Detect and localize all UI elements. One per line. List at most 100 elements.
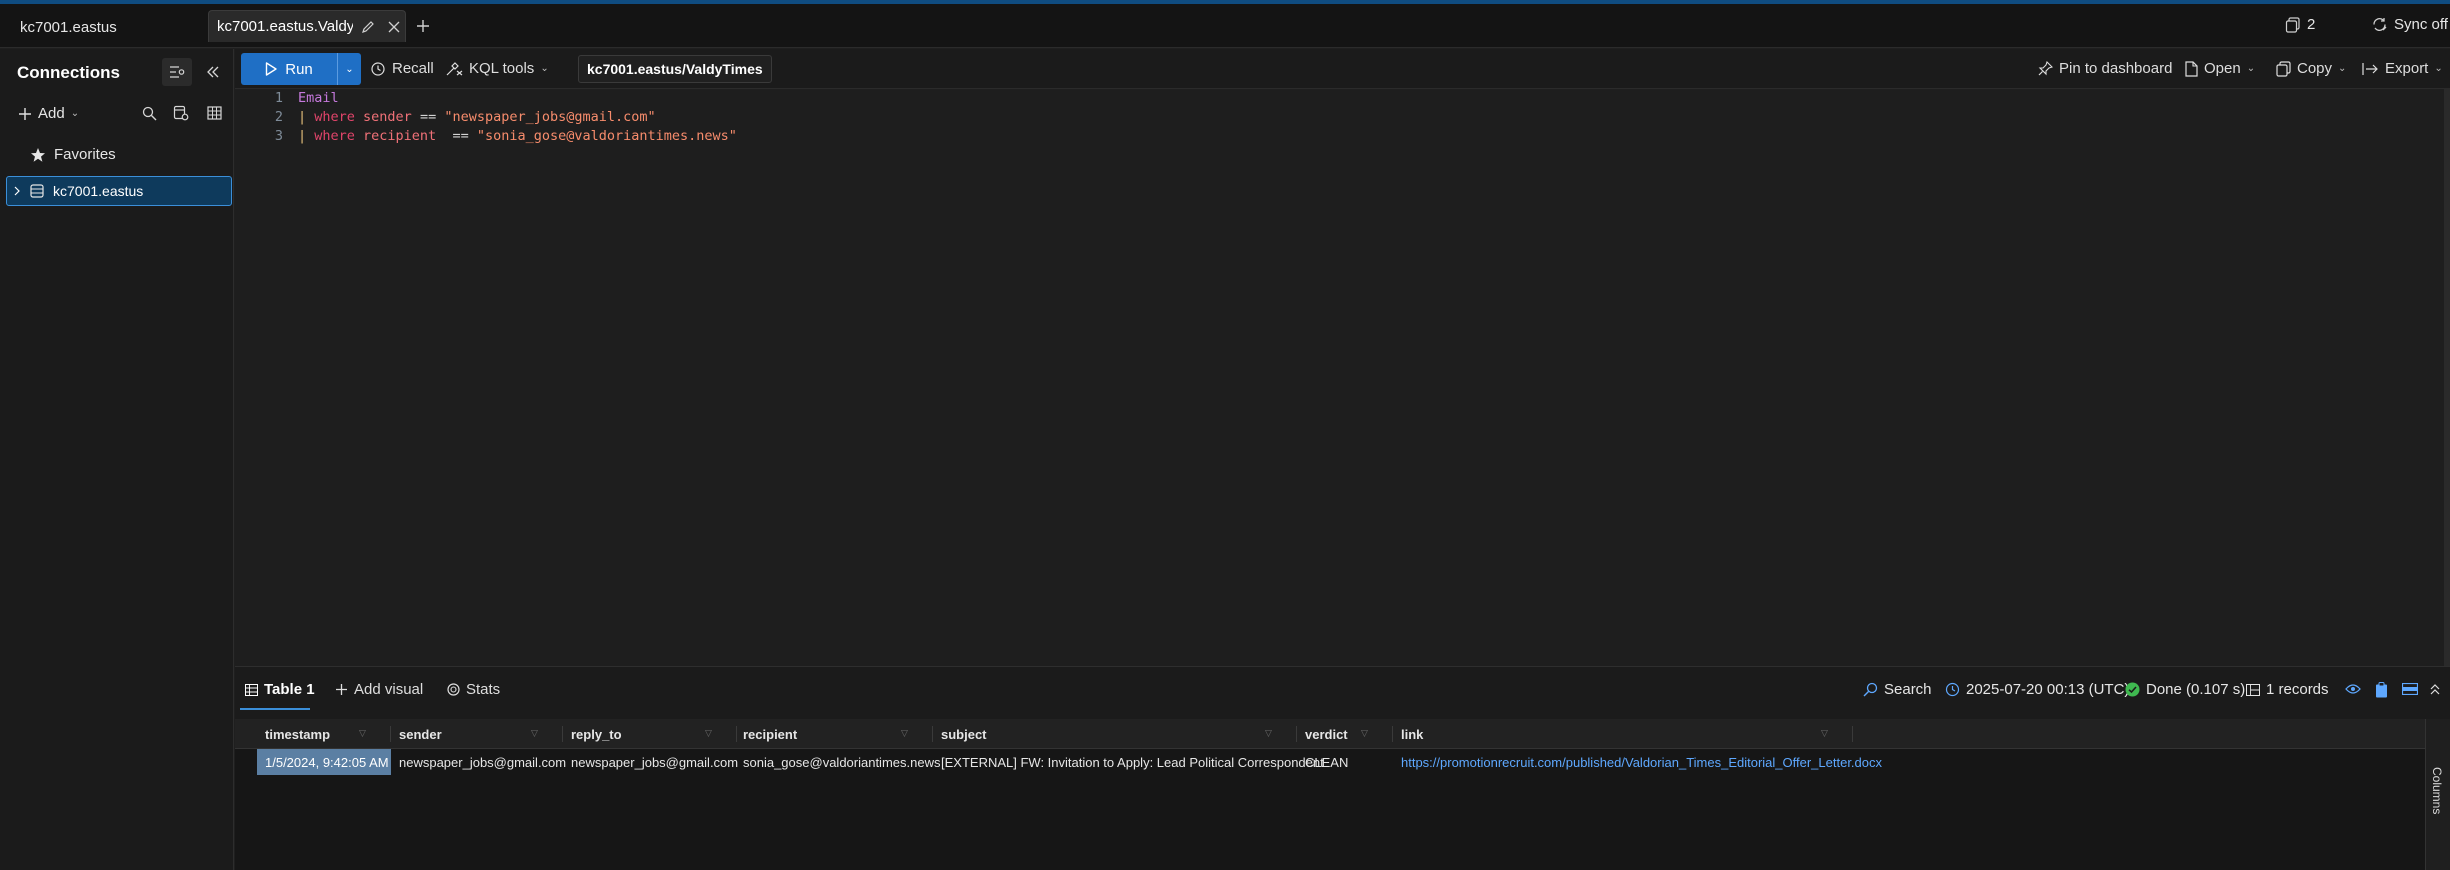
open-button[interactable]: Open ⌄ xyxy=(2185,60,2255,77)
copy-button[interactable]: Copy ⌄ xyxy=(2276,60,2346,77)
filter-icon[interactable]: ▽ xyxy=(705,728,715,738)
tab-count: 2 xyxy=(2307,16,2316,33)
add-label: Add xyxy=(38,105,65,122)
tab-count-button[interactable]: 2 xyxy=(2285,16,2315,33)
column-header-verdict[interactable]: verdict ▽ xyxy=(1297,719,1393,749)
columns-tab-label: Columns xyxy=(2430,767,2444,815)
line-number: 3 xyxy=(274,128,283,144)
column-separator[interactable] xyxy=(1852,726,1853,742)
collapse-pane-button[interactable] xyxy=(198,58,228,86)
cell-timestamp[interactable]: 1/5/2024, 9:42:05 AM xyxy=(257,749,391,775)
recall-button[interactable]: Recall xyxy=(370,60,434,77)
code-line: | where sender == "newspaper_jobs@gmail.… xyxy=(298,109,656,125)
column-header-timestamp[interactable]: timestamp ▽ xyxy=(257,719,391,749)
filter-icon[interactable]: ▽ xyxy=(1265,728,1275,738)
tab-stats[interactable]: Stats xyxy=(447,681,500,698)
operator-token: == xyxy=(411,109,445,125)
cell-recipient[interactable]: sonia_gose@valdoriantimes.news xyxy=(735,749,940,775)
star-icon xyxy=(31,147,45,162)
connections-title: Connections xyxy=(17,63,120,82)
results-search-button[interactable]: Search xyxy=(1863,681,1932,698)
kql-tools-button[interactable]: KQL tools ⌄ xyxy=(446,60,549,77)
chevron-down-icon: ⌄ xyxy=(70,108,80,119)
export-label: Export xyxy=(2385,60,2429,77)
column-header-link[interactable]: link ▽ xyxy=(1393,719,1853,749)
filter-icon[interactable]: ▽ xyxy=(531,728,541,738)
layout-button[interactable] xyxy=(2402,683,2418,695)
stats-icon xyxy=(447,683,460,696)
keyword-token: where xyxy=(314,109,355,125)
expand-results-button[interactable] xyxy=(2430,683,2440,695)
database-settings-button[interactable] xyxy=(166,99,196,127)
query-timestamp: 2025-07-20 00:13 (UTC) xyxy=(1945,681,2129,698)
records-icon xyxy=(2246,683,2260,696)
cell-sender[interactable]: newspaper_jobs@gmail.com xyxy=(391,749,566,775)
grid-header: timestamp ▽ sender ▽ reply_to ▽ recipient ▽ … xyxy=(235,719,2425,749)
close-tab-icon[interactable] xyxy=(383,16,405,38)
clipboard-button[interactable] xyxy=(2375,682,2388,698)
search-connections-button[interactable] xyxy=(134,99,164,127)
tab-stats-label: Stats xyxy=(466,681,501,698)
table-icon xyxy=(206,106,222,120)
cell-reply-to[interactable]: newspaper_jobs@gmail.com xyxy=(563,749,738,775)
query-status: Done (0.107 s) xyxy=(2125,681,2245,698)
sync-button[interactable]: Sync off xyxy=(2371,16,2448,33)
cell-link[interactable]: https://promotionrecruit.com/published/V… xyxy=(1393,749,1893,775)
filter-icon[interactable]: ▽ xyxy=(359,728,369,738)
filter-icon[interactable]: ▽ xyxy=(1361,728,1371,738)
connection-item-kc7001[interactable]: kc7001.eastus xyxy=(6,176,232,206)
add-connection-button[interactable]: Add ⌄ xyxy=(18,105,79,122)
table-view-button[interactable] xyxy=(199,99,229,127)
timestamp-label: 2025-07-20 00:13 (UTC) xyxy=(1966,681,2130,698)
column-header-sender[interactable]: sender ▽ xyxy=(391,719,563,749)
tab-table-1[interactable]: Table 1 xyxy=(245,681,315,698)
cluster-icon xyxy=(30,184,44,198)
filter-icon[interactable]: ▽ xyxy=(901,728,911,738)
pin-to-dashboard-button[interactable]: Pin to dashboard xyxy=(2038,60,2172,77)
column-header-recipient[interactable]: recipient ▽ xyxy=(735,719,933,749)
record-count: 1 records xyxy=(2246,681,2329,698)
search-label: Search xyxy=(1884,681,1932,698)
layout-rows-icon xyxy=(2402,683,2418,695)
cluster-title: kc7001.eastus xyxy=(20,19,117,36)
table-name-token: Email xyxy=(298,90,339,106)
pin-label: Pin to dashboard xyxy=(2059,60,2173,77)
filter-icon[interactable]: ▽ xyxy=(1821,728,1831,738)
new-tab-icon[interactable] xyxy=(412,15,434,37)
query-tab[interactable]: kc7001.eastus.Valdy... xyxy=(208,10,406,42)
view-toggle-button[interactable] xyxy=(2345,683,2361,695)
chevron-down-icon: ⌄ xyxy=(2246,63,2256,74)
connection-label: kc7001.eastus xyxy=(53,183,144,199)
cell-verdict[interactable]: CLEAN xyxy=(1297,749,1393,775)
pane-options-button[interactable] xyxy=(162,58,192,86)
rename-tab-icon[interactable] xyxy=(357,16,379,38)
columns-side-tab[interactable]: Columns xyxy=(2425,719,2450,870)
column-header-label: sender xyxy=(399,726,442,742)
double-chevron-up-icon xyxy=(2430,684,2440,695)
favorites-item[interactable]: Favorites xyxy=(30,146,116,163)
table-row[interactable]: 1/5/2024, 9:42:05 AM newspaper_jobs@gmai… xyxy=(235,749,2425,775)
database-selector[interactable]: kc7001.eastus/ValdyTimes xyxy=(578,55,772,83)
tab-add-visual[interactable]: Add visual xyxy=(335,681,423,698)
run-button[interactable]: Run xyxy=(241,53,337,85)
tab-table-1-label: Table 1 xyxy=(264,681,315,698)
run-label: Run xyxy=(285,60,313,78)
chevron-right-icon[interactable] xyxy=(13,186,21,196)
editor-scrollbar[interactable] xyxy=(2444,88,2450,668)
operator-token: == xyxy=(436,128,477,144)
cell-subject[interactable]: [EXTERNAL] FW: Invitation to Apply: Lead… xyxy=(933,749,1324,775)
title-bar: kc7001.eastus kc7001.eastus.Valdy... 2 S… xyxy=(0,4,2450,48)
line-number: 1 xyxy=(274,90,283,106)
column-header-reply-to[interactable]: reply_to ▽ xyxy=(563,719,737,749)
query-tab-label: kc7001.eastus.Valdy... xyxy=(217,18,354,35)
string-token: "newspaper_jobs@gmail.com" xyxy=(444,109,656,125)
run-options-button[interactable]: ⌄ xyxy=(337,53,361,85)
active-tab-indicator xyxy=(240,708,310,710)
sync-icon xyxy=(2373,18,2387,31)
export-button[interactable]: Export ⌄ xyxy=(2362,60,2443,77)
copy-icon xyxy=(2276,60,2291,77)
code-line: | where recipient == "sonia_gose@valdori… xyxy=(298,128,737,144)
column-header-subject[interactable]: subject ▽ xyxy=(933,719,1297,749)
table-icon xyxy=(245,683,258,696)
query-editor[interactable]: 1 2 3 Email | where sender == "newspaper… xyxy=(235,90,2445,666)
